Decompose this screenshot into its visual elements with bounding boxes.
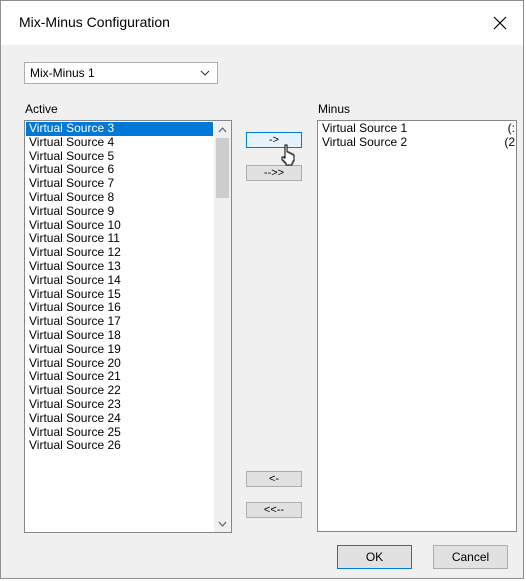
remove-all-button[interactable]: <<-- [246, 502, 302, 518]
active-list-item[interactable]: Virtual Source 9 [26, 204, 213, 219]
minus-list-item[interactable]: Virtual Source 2 (2 [319, 134, 515, 150]
active-list-item[interactable]: Virtual Source 25 [26, 425, 213, 440]
active-label: Active [25, 102, 58, 116]
cancel-button[interactable]: Cancel [433, 545, 508, 569]
active-list-item[interactable]: Virtual Source 15 [26, 287, 213, 302]
active-list-item[interactable]: Virtual Source 16 [26, 301, 213, 315]
dialog-body: Mix-Minus 1 Active Minus Virtual Source … [1, 45, 523, 578]
minus-list-item[interactable]: Virtual Source 1 (: [319, 121, 515, 136]
active-list-item[interactable]: Virtual Source 8 [26, 190, 213, 205]
active-list-item[interactable]: Virtual Source 20 [26, 356, 213, 371]
scroll-up-button[interactable] [214, 121, 231, 138]
remove-button[interactable]: <- [246, 471, 302, 487]
chevron-down-icon [218, 521, 227, 527]
active-list-item[interactable]: Virtual Source 10 [26, 218, 213, 233]
mouse-pointer-icon [281, 144, 295, 166]
mix-minus-select-value: Mix-Minus 1 [30, 66, 95, 80]
active-list-item[interactable]: Virtual Source 17 [26, 314, 213, 329]
active-list-scrollbar[interactable] [214, 121, 231, 532]
minus-item-extra: (: [507, 121, 515, 135]
active-list-item[interactable]: Virtual Source 7 [26, 176, 213, 191]
scroll-thumb[interactable] [216, 138, 229, 198]
minus-list-items: Virtual Source 1 (: Virtual Source 2 (2 [319, 121, 515, 150]
active-list-item[interactable]: Virtual Source 14 [26, 273, 213, 288]
active-list-items: Virtual Source 3 Virtual Source 4 Virtual … [26, 121, 213, 453]
active-list-item[interactable]: Virtual Source 6 [26, 163, 213, 177]
minus-label: Minus [318, 102, 351, 116]
minus-item-name: Virtual Source 1 [322, 121, 408, 135]
minus-item-extra: (2 [504, 134, 515, 149]
active-list-item[interactable]: Virtual Source 11 [26, 232, 213, 246]
active-list-item[interactable]: Virtual Source 12 [26, 245, 213, 260]
minus-item-name: Virtual Source 2 [322, 134, 408, 149]
active-list-item[interactable]: Virtual Source 3 [26, 121, 213, 136]
active-list-item[interactable]: Virtual Source 26 [26, 439, 213, 453]
active-list-item[interactable]: Virtual Source 5 [26, 149, 213, 164]
ok-button[interactable]: OK [337, 545, 412, 569]
active-list-item[interactable]: Virtual Source 13 [26, 259, 213, 274]
dialog-title: Mix-Minus Configuration [19, 14, 170, 30]
active-list-item[interactable]: Virtual Source 23 [26, 397, 213, 412]
active-list-item[interactable]: Virtual Source 4 [26, 135, 213, 150]
mix-minus-dialog: Mix-Minus Configuration Mix-Minus 1 Acti… [0, 0, 524, 579]
active-list-item[interactable]: Virtual Source 18 [26, 328, 213, 343]
title-bar: Mix-Minus Configuration [1, 1, 523, 45]
active-list-item[interactable]: Virtual Source 22 [26, 383, 213, 398]
scroll-down-button[interactable] [214, 515, 231, 532]
active-list-item[interactable]: Virtual Source 21 [26, 370, 213, 384]
close-icon [493, 16, 507, 30]
active-list-item[interactable]: Virtual Source 19 [26, 342, 213, 357]
active-list-item[interactable]: Virtual Source 24 [26, 411, 213, 426]
chevron-down-icon [200, 70, 210, 76]
close-button[interactable] [477, 1, 523, 45]
minus-list[interactable]: Virtual Source 1 (: Virtual Source 2 (2 [317, 120, 517, 532]
chevron-up-icon [218, 126, 227, 132]
active-list[interactable]: Virtual Source 3 Virtual Source 4 Virtual … [24, 120, 232, 533]
mix-minus-select[interactable]: Mix-Minus 1 [24, 62, 218, 84]
